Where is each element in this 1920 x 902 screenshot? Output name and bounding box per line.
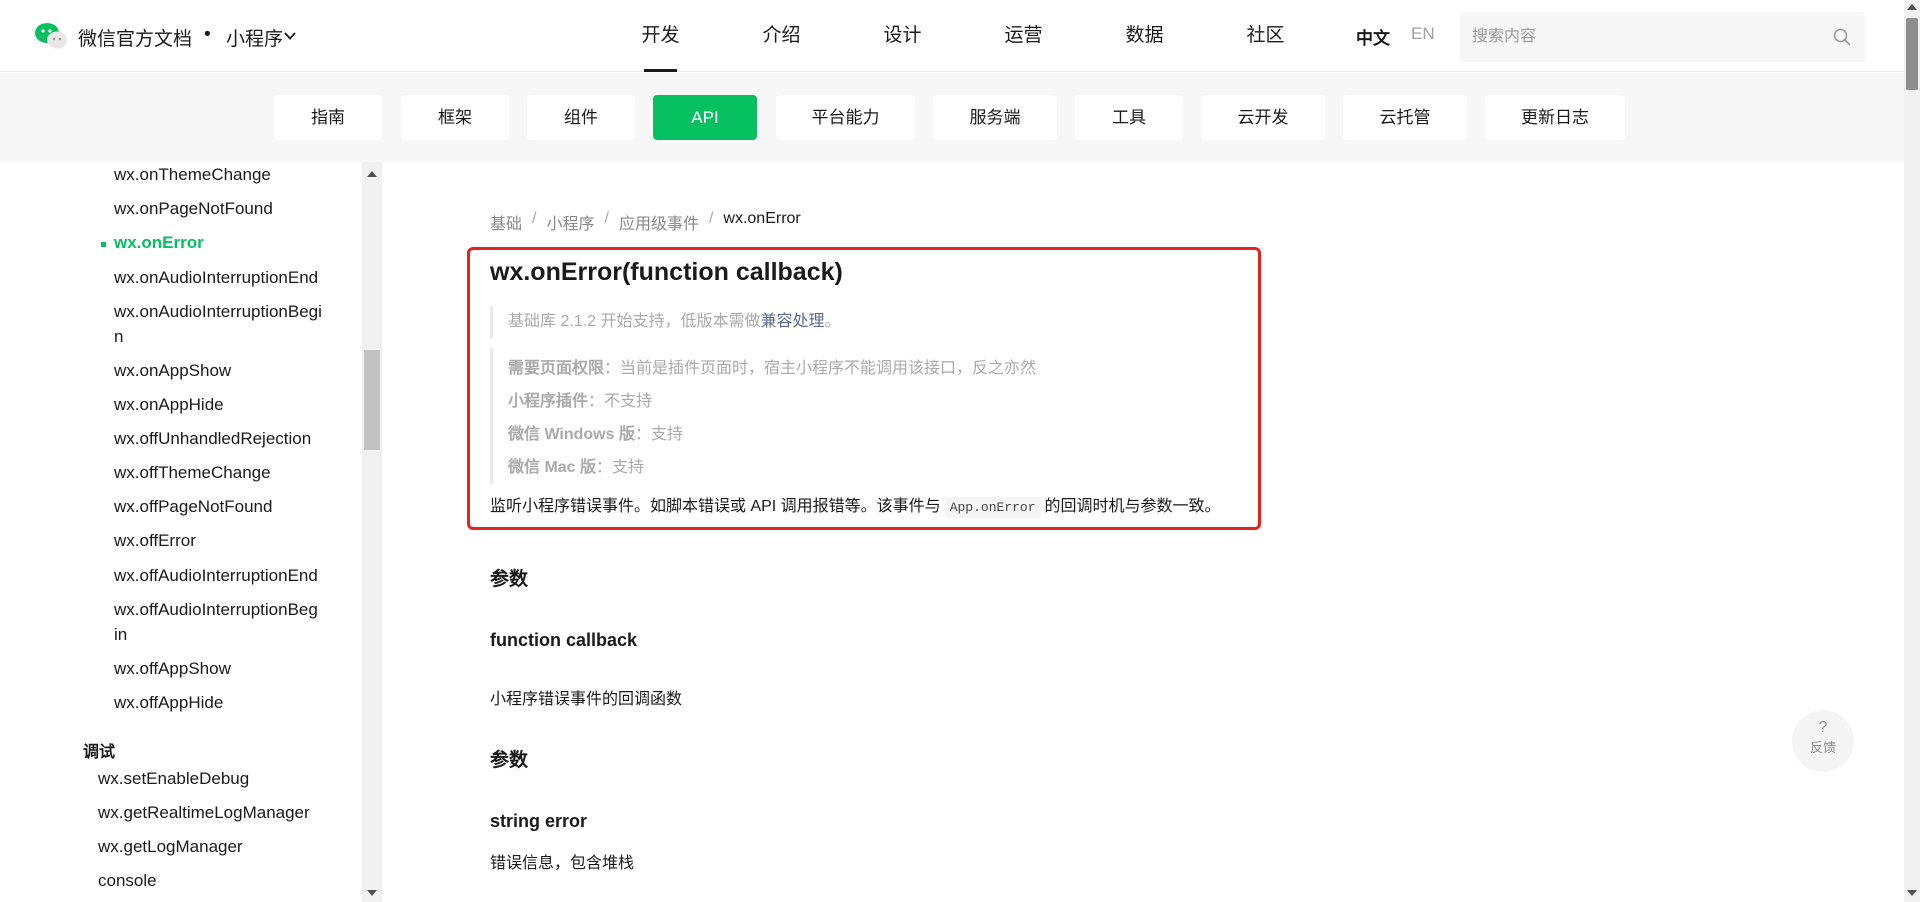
breadcrumb-separator: /: [604, 210, 609, 227]
permission-notes: 需要页面权限：当前是插件页面时，宿主小程序不能调用该接口，反之亦然 小程序插件：…: [490, 348, 1036, 484]
sidebar-item[interactable]: wx.onThemeChange: [114, 162, 271, 187]
compat-link[interactable]: 兼容处理: [760, 313, 824, 330]
sidebar-item[interactable]: wx.getLogManager: [98, 834, 243, 859]
active-indicator: [101, 242, 106, 247]
sidebar-item[interactable]: wx.onAppShow: [114, 358, 231, 383]
page-scroll-thumb[interactable]: [1906, 18, 1918, 90]
sidebar-item[interactable]: wx.onAudioInterruptionEnd: [114, 265, 318, 290]
note-text: ：支持: [634, 426, 683, 443]
sidebar-item[interactable]: wx.offAudioInterruptionEnd: [114, 563, 318, 588]
note-row: 小程序插件：不支持: [508, 385, 1036, 418]
param-heading-callback: function callback: [490, 630, 638, 650]
note-text: ：当前是插件页面时，宿主小程序不能调用该接口，反之亦然: [604, 360, 1037, 377]
page-scrollbar[interactable]: [1904, 0, 1920, 902]
sidebar-item[interactable]: wx.setEnableDebug: [98, 766, 249, 791]
sidebar-item-active[interactable]: wx.onError: [114, 230, 204, 255]
sidebar-item[interactable]: wx.offPageNotFound: [114, 494, 272, 519]
nav-item-intro[interactable]: 介绍: [721, 0, 842, 72]
scroll-up-arrow-icon[interactable]: [367, 171, 377, 177]
chevron-down-icon[interactable]: [284, 30, 296, 42]
nav-item-design[interactable]: 设计: [842, 0, 963, 72]
param-description: 错误信息，包含堆栈: [490, 855, 635, 872]
nav-item-community[interactable]: 社区: [1205, 0, 1326, 72]
tab-framework[interactable]: 框架: [401, 95, 509, 140]
breadcrumb-separator: /: [532, 210, 537, 227]
lang-en-toggle[interactable]: EN: [1411, 24, 1435, 44]
scroll-up-arrow-icon[interactable]: [1907, 4, 1917, 10]
desc-text-suffix: 的回调时机与参数一致。: [1044, 498, 1221, 515]
tab-changelog[interactable]: 更新日志: [1485, 95, 1625, 140]
sidebar-section-debug[interactable]: 调试: [83, 738, 115, 762]
note-row: 微信 Mac 版：支持: [508, 451, 1036, 484]
search-input[interactable]: [1460, 12, 1865, 62]
tab-cloud-dev[interactable]: 云开发: [1201, 95, 1325, 140]
support-note: 基础库 2.1.2 开始支持，低版本需做兼容处理。: [490, 306, 841, 338]
sidebar-item[interactable]: wx.offAudioInterruptionBeg: [114, 597, 318, 622]
section-heading-params: 参数: [490, 750, 529, 771]
sidebar-item[interactable]: wx.onAudioInterruptionBegi: [114, 299, 322, 324]
sidebar-item[interactable]: wx.offAppShow: [114, 656, 231, 681]
section-heading-params: 参数: [490, 569, 529, 590]
support-note-suffix: 。: [824, 313, 841, 330]
desc-text: 监听小程序错误事件。如脚本错误或 API 调用报错等。该事件与: [490, 498, 941, 515]
api-description: 监听小程序错误事件。如脚本错误或 API 调用报错等。该事件与 App.onErr…: [490, 492, 1221, 518]
breadcrumb: 基础 / 小程序 / 应用级事件 / wx.onError: [490, 210, 801, 234]
search-icon[interactable]: [1832, 27, 1852, 47]
tab-api[interactable]: API: [653, 95, 757, 140]
main-nav: 开发 介绍 设计 运营 数据 社区: [600, 0, 1326, 72]
note-label: 需要页面权限: [508, 360, 605, 377]
sidebar-scrollbar[interactable]: [362, 162, 382, 902]
sidebar-item[interactable]: wx.onPageNotFound: [114, 196, 273, 221]
sidebar-item[interactable]: wx.onAppHide: [114, 392, 224, 417]
scroll-down-arrow-icon[interactable]: [1907, 890, 1917, 896]
support-note-text: 基础库 2.1.2 开始支持，低版本需做: [508, 313, 761, 330]
sidebar-item-wrap[interactable]: in: [114, 622, 127, 647]
sidebar-item-wrap[interactable]: n: [114, 324, 123, 349]
inline-code: App.onError: [944, 497, 1041, 518]
scroll-down-arrow-icon[interactable]: [367, 890, 377, 896]
nav-item-develop[interactable]: 开发: [600, 0, 721, 72]
nav-item-data[interactable]: 数据: [1084, 0, 1205, 72]
tab-components[interactable]: 组件: [527, 95, 635, 140]
sidebar-item[interactable]: wx.getRealtimeLogManager: [98, 800, 310, 825]
note-label: 微信 Mac 版: [508, 459, 597, 476]
sidebar-scroll-thumb[interactable]: [364, 350, 380, 450]
tab-guide[interactable]: 指南: [274, 95, 382, 140]
note-row: 微信 Windows 版：支持: [508, 418, 1036, 451]
feedback-button[interactable]: ? 反馈: [1792, 710, 1854, 772]
note-text: ：支持: [596, 459, 645, 476]
sub-navbar: 指南 框架 组件 API 平台能力 服务端 工具 云开发 云托管 更新日志: [0, 73, 1904, 162]
note-label: 微信 Windows 版: [508, 426, 635, 443]
tab-server[interactable]: 服务端: [933, 95, 1057, 140]
brand-separator: •: [204, 24, 211, 45]
note-row: 需要页面权限：当前是插件页面时，宿主小程序不能调用该接口，反之亦然: [508, 352, 1036, 385]
nav-item-operate[interactable]: 运营: [963, 0, 1084, 72]
breadcrumb-separator: /: [708, 210, 714, 227]
page-title: wx.onError(function callback): [490, 258, 843, 286]
brand-title[interactable]: 微信官方文档: [78, 24, 192, 51]
sidebar-item[interactable]: wx.offUnhandledRejection: [114, 426, 311, 451]
top-navbar: 微信官方文档 • 小程序 开发 介绍 设计 运营 数据 社区 中文 EN: [0, 0, 1904, 72]
feedback-label: 反馈: [1809, 740, 1836, 755]
param-heading-error: string error: [490, 811, 588, 831]
sidebar-item[interactable]: wx.offError: [114, 528, 196, 553]
tab-cloud-hosting[interactable]: 云托管: [1343, 95, 1467, 140]
question-icon: ?: [1818, 719, 1828, 736]
breadcrumb-current: wx.onError: [723, 210, 801, 227]
tab-tools[interactable]: 工具: [1075, 95, 1183, 140]
product-selector[interactable]: 小程序: [226, 24, 283, 51]
breadcrumb-link[interactable]: 小程序: [546, 210, 594, 234]
tab-platform[interactable]: 平台能力: [776, 95, 915, 140]
breadcrumb-link[interactable]: 基础: [490, 210, 522, 234]
wechat-logo-icon[interactable]: [34, 22, 68, 50]
sidebar-item[interactable]: wx.offThemeChange: [114, 460, 271, 485]
breadcrumb-link[interactable]: 应用级事件: [619, 210, 699, 234]
note-label: 小程序插件: [508, 393, 589, 410]
note-text: ：不支持: [588, 393, 653, 410]
param-description: 小程序错误事件的回调函数: [490, 691, 683, 708]
sidebar-item[interactable]: wx.offAppHide: [114, 690, 223, 715]
lang-zh-toggle[interactable]: 中文: [1356, 24, 1390, 49]
sidebar-item[interactable]: console: [98, 868, 157, 893]
